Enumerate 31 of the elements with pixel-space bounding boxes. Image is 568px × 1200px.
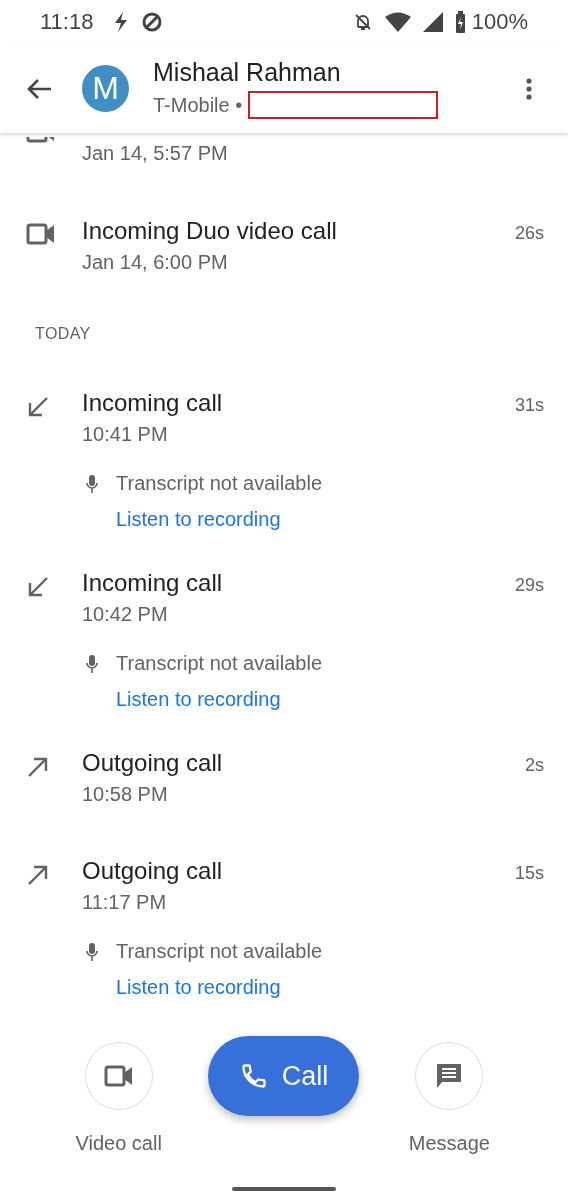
clock: 11:18 [40, 9, 94, 35]
call-type: Incoming call [82, 389, 223, 417]
call-type: Outgoing call [82, 749, 223, 777]
listen-link[interactable]: Listen to recording [116, 688, 281, 711]
call-time: 10:58 PM [82, 783, 169, 806]
call-type: Incoming Duo video call [82, 217, 337, 245]
action-label: Video call [75, 1132, 162, 1155]
call-button[interactable]: Call [208, 1036, 360, 1116]
contact-name: Mishaal Rahman [153, 58, 342, 87]
call-time: 10:41 PM [82, 423, 169, 446]
call-time: Jan 14, 5:57 PM [82, 142, 229, 165]
call-time: 11:17 PM [82, 891, 168, 914]
contact-subtitle: T-Mobile • [153, 93, 243, 117]
listen-link[interactable]: Listen to recording [116, 976, 281, 999]
transcript-status: Transcript not available [116, 652, 323, 675]
transcript-status: Transcript not available [116, 472, 323, 495]
contact-avatar: M [82, 65, 129, 112]
call-time: Jan 14, 6:00 PM [82, 251, 229, 274]
call-duration: 2s [525, 755, 544, 776]
battery-level: 100% [471, 9, 528, 35]
call-time: 10:42 PM [82, 603, 169, 626]
transcript-status: Transcript not available [116, 940, 323, 963]
call-duration: 15s [514, 863, 544, 884]
call-type: Outgoing call [82, 857, 223, 885]
action-label: Message [408, 1132, 490, 1155]
call-duration: 29s [514, 575, 544, 596]
call-duration: 26s [514, 223, 544, 244]
listen-link[interactable]: Listen to recording [116, 508, 281, 531]
section-heading: TODAY [34, 325, 92, 343]
call-duration: 31s [514, 395, 544, 416]
call-type: Incoming call [82, 569, 223, 597]
